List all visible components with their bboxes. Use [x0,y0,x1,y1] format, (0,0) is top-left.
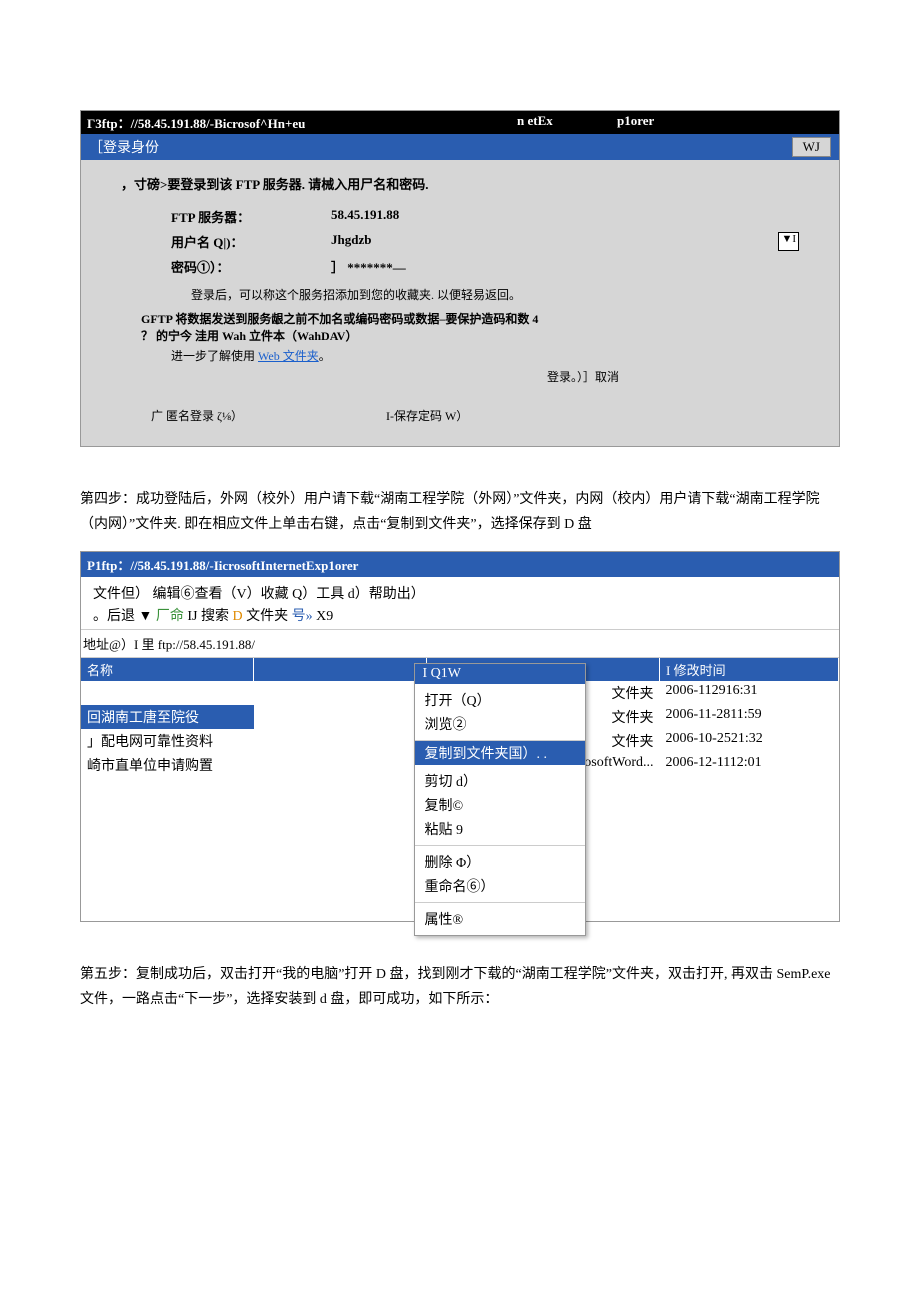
web-folders-link[interactable]: Web 文件夹 [258,349,319,363]
password-value[interactable]: ］ *******— [331,257,799,276]
row1-date: 2006-11-2811:59 [660,705,839,729]
ctx-paste[interactable]: 粘贴 9 [415,817,585,841]
up-folder-icon[interactable]: 厂命 [156,609,184,624]
password-label: 密码①）： [121,257,331,276]
dialog1-body: ，寸磅>要登录到该 FTP 服务器. 请械入用尸名和密码. FTP 服务嚣： 5… [81,160,839,446]
ctx-copy[interactable]: 复制© [415,793,585,817]
step4-paragraph: 第四步：成功登陆后，外网（校外）用户请下载“湖南工程学院（外网）”文件夹，内网（… [80,487,840,537]
ftp-server-label: FTP 服务嚣： [121,207,331,226]
username-dropdown-icon[interactable]: ▼I [778,232,799,251]
context-menu[interactable]: I Q1W 打开（Q） 浏览② 复制到文件夹国）. . 剪切 d） 复制© 粘贴… [414,663,586,936]
dialog1-titlebar: Г3ftp：//58.45.191.88/-Bicrosof^Hn+eu n e… [81,111,839,134]
file-list-table: 名称 大小 I 类型 I 修改时间 I Q1W 打开（Q） 浏览② 复制到文件夹… [81,658,839,921]
checkbox-row: 广 匿名登录 ζ⅛） I-保存定码 W） [151,407,799,424]
ctx-header: I Q1W [415,664,585,684]
ftp-server-value: 58.45.191.88 [331,207,799,226]
webdav-warning: GFTP 将数据发送到服务龈之前不加名或编码密码或数据–要保护造码和数 4 ？ … [141,311,799,345]
anonymous-login-checkbox[interactable]: 广 匿名登录 ζ⅛） [151,409,243,423]
ftp-explorer-window: P1ftp：//58.45.191.88/-IicrosoftInternetE… [80,551,840,922]
login-cancel-row[interactable]: 登录。）］取消 [121,368,799,385]
ctx-copy-to-folder[interactable]: 复制到文件夹国）. . [415,741,585,765]
username-label: 用户名 Q|)： [121,232,331,251]
folders-label[interactable]: 文件夹 [246,609,288,624]
win2-title: P1ftp：//58.45.191.88/-IicrosoftInternetE… [81,552,839,577]
address-bar[interactable]: 地址@）I 里 ftp://58.45.191.88/ [81,630,839,658]
extra-date: 2006-10-2521:32 [660,729,839,753]
ctx-properties[interactable]: 属性® [415,907,585,931]
learn-more: 进一步了解使用 Web 文件夹。 [171,347,799,364]
win2-menubar[interactable]: 文件但） 编辑⑥查看（V）收藏 Q）工具 d）帮助出） [81,577,839,605]
row2-date: 2006-12-1112:01 [660,753,839,777]
ctx-rename[interactable]: 重命名⑥） [415,874,585,898]
login-dialog: Г3ftp：//58.45.191.88/-Bicrosof^Hn+eu n e… [80,110,840,447]
back-button[interactable]: 。后退 ▼ [93,609,152,624]
dialog1-intro: ，寸磅>要登录到该 FTP 服务器. 请械入用尸名和密码. [121,174,799,193]
ctx-open[interactable]: 打开（Q） [415,688,585,712]
dialog1-caption: ［登录身份 WJ [81,134,839,160]
row0-name[interactable]: 回湖南工唐至院役 [81,705,254,729]
ctx-browse[interactable]: 浏览② [415,712,585,736]
search-label[interactable]: 搜索 [201,609,233,624]
step5-paragraph: 第五步：复制成功后，双击打开“我的电脑”打开 D 盘，找到刚才下载的“湖南工程学… [80,962,840,1012]
titlebar-right: p1orer [617,113,833,132]
ctx-delete[interactable]: 删除 Φ） [415,850,585,874]
row2-name[interactable]: 崎市直单位申请购置 [81,753,254,777]
col-name[interactable]: 名称 [81,658,254,681]
ctx-cut[interactable]: 剪切 d） [415,769,585,793]
username-value[interactable]: Jhgdzb [331,232,778,251]
favorites-note: 登录后，可以称这个服务招添加到您的收藏夹. 以便轻易返回。 [191,286,799,303]
row0-date: 2006-112916:31 [660,681,839,705]
titlebar-left: Г3ftp：//58.45.191.88/-Bicrosof^Hn+eu [87,113,517,132]
col-modified[interactable]: I 修改时间 [660,658,839,681]
save-password-checkbox[interactable]: I-保存定码 W） [386,409,468,423]
bluebar-wj-button[interactable]: WJ [792,137,831,157]
row1-name[interactable]: 」配电网可靠性资料 [81,729,254,753]
bluebar-label: ［登录身份 [89,137,159,157]
titlebar-mid: n etEx [517,113,617,132]
win2-toolbar[interactable]: 。后退 ▼ 厂命 IJ 搜索 D 文件夹 号» X9 [81,605,839,630]
